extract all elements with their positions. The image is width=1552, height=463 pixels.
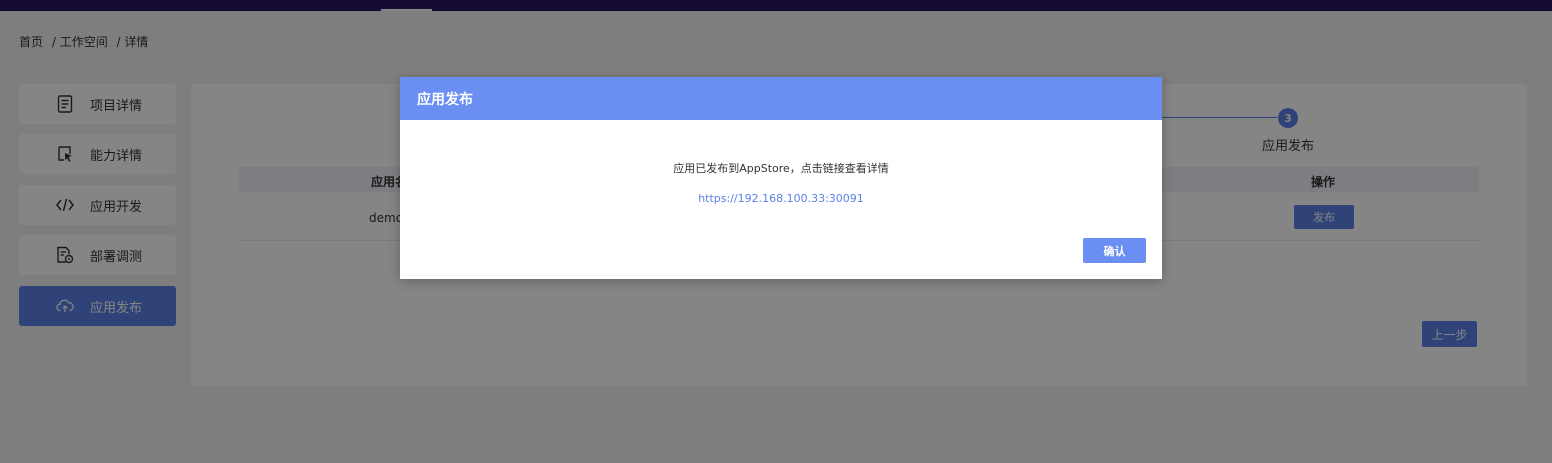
appstore-link[interactable]: https://192.168.100.33:30091 [400,192,1162,205]
dialog-body: 应用已发布到AppStore，点击链接查看详情 https://192.168.… [400,120,1162,279]
dialog-message: 应用已发布到AppStore，点击链接查看详情 [673,162,889,175]
confirm-button[interactable]: 确认 [1083,238,1146,263]
dialog-title: 应用发布 [400,77,1162,120]
publish-dialog: 应用发布 应用已发布到AppStore，点击链接查看详情 https://192… [400,77,1162,279]
